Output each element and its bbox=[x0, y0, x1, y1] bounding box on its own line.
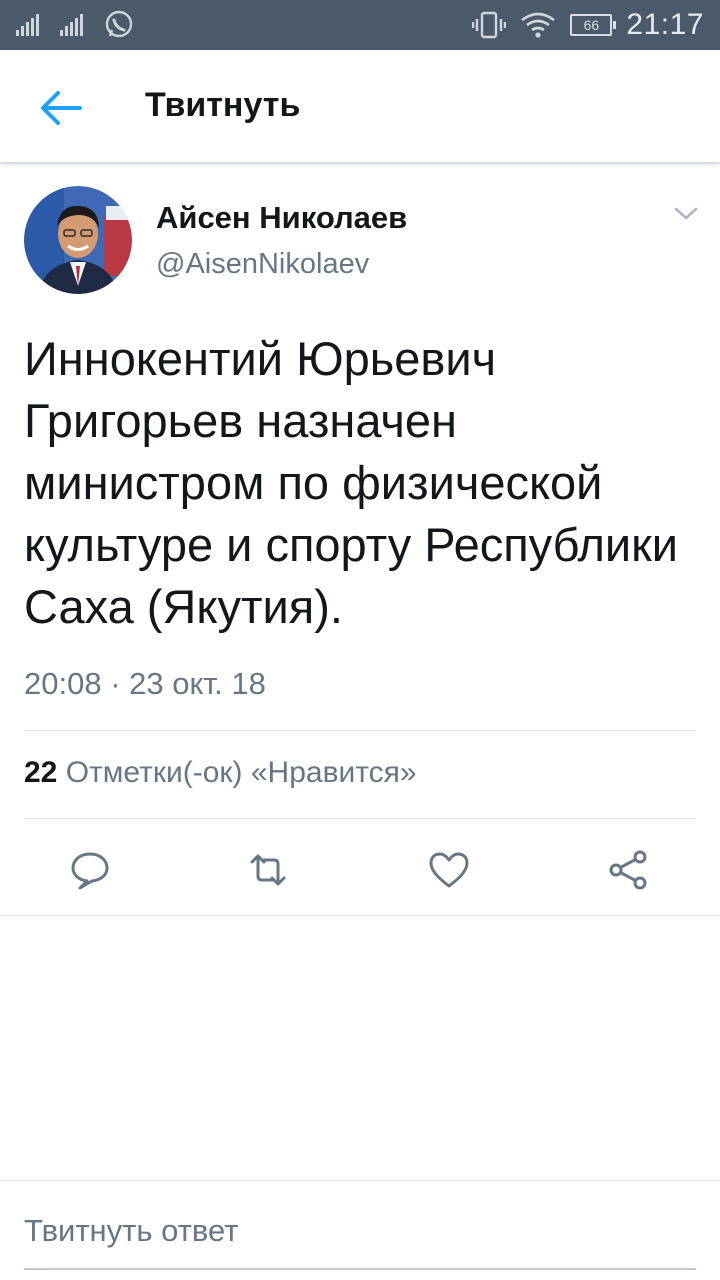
battery-icon: 66 bbox=[570, 14, 617, 36]
reply-input[interactable] bbox=[24, 1196, 696, 1266]
divider bbox=[0, 1180, 720, 1181]
reply-icon[interactable] bbox=[68, 848, 112, 892]
whatsapp-icon bbox=[105, 10, 133, 38]
like-icon[interactable] bbox=[427, 848, 471, 892]
tweet-text: Иннокентий Юрьевич Григорьев назначен ми… bbox=[24, 332, 678, 633]
vibrate-icon bbox=[472, 11, 507, 39]
divider bbox=[24, 730, 696, 731]
signal-icon bbox=[60, 14, 83, 36]
avatar-image bbox=[24, 186, 132, 294]
likes-label: Отметки(-ок) «Нравится» bbox=[65, 756, 417, 789]
arrow-left-icon[interactable] bbox=[38, 88, 84, 128]
tweet-timestamp: 20:08 · 23 окт. 18 bbox=[24, 666, 266, 701]
signal-icon bbox=[16, 14, 39, 36]
retweet-icon[interactable] bbox=[246, 848, 290, 892]
tweet-actions bbox=[0, 840, 720, 902]
status-time: 21:17 bbox=[626, 8, 704, 41]
top-app-bar: Твитнуть bbox=[0, 50, 720, 164]
chevron-down-icon[interactable] bbox=[672, 204, 700, 224]
page-title: Твитнуть bbox=[145, 86, 301, 124]
wifi-icon bbox=[521, 12, 556, 38]
status-bar: 66 21:17 bbox=[0, 0, 720, 50]
status-left bbox=[16, 10, 134, 40]
author-name[interactable]: Айсен Николаев bbox=[156, 200, 407, 236]
share-icon[interactable] bbox=[606, 848, 650, 892]
author-handle[interactable]: @AisenNikolaev bbox=[156, 248, 369, 281]
likes-stats[interactable]: 22 Отметки(-ок) «Нравится» bbox=[24, 756, 417, 790]
avatar[interactable] bbox=[24, 186, 132, 294]
reply-underline bbox=[24, 1268, 696, 1270]
divider bbox=[24, 818, 696, 819]
status-right: 66 21:17 bbox=[472, 8, 704, 42]
divider bbox=[0, 915, 720, 916]
likes-count: 22 bbox=[24, 756, 58, 789]
